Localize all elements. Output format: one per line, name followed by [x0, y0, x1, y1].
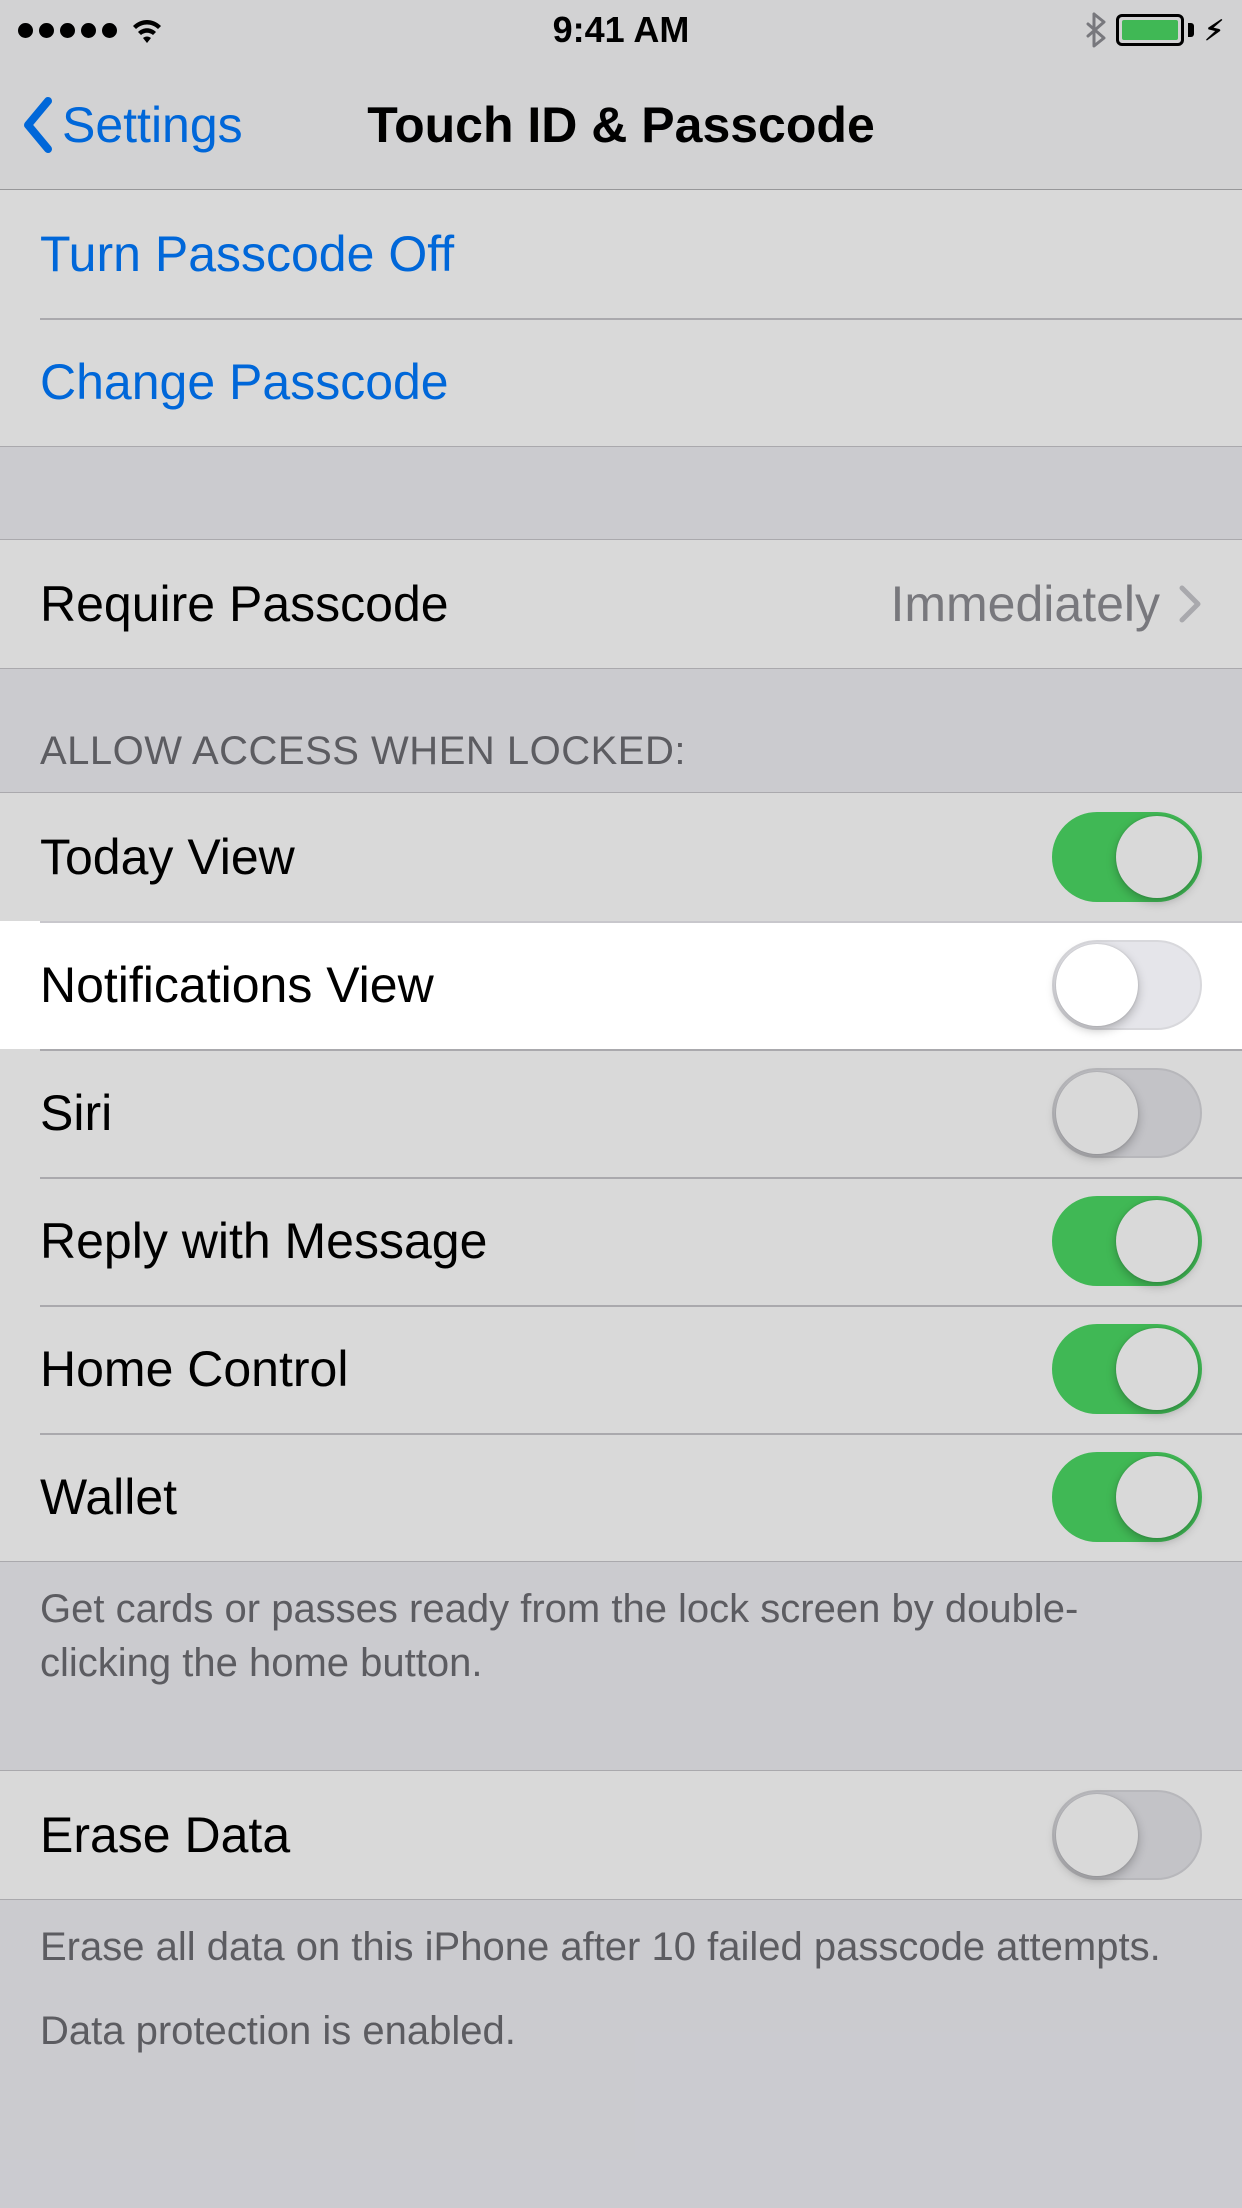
access-row: Wallet — [0, 1433, 1242, 1561]
allow-access-footer: Get cards or passes ready from the lock … — [0, 1562, 1242, 1720]
access-toggle[interactable] — [1052, 812, 1202, 902]
access-row-label: Home Control — [40, 1340, 348, 1398]
access-toggle[interactable] — [1052, 940, 1202, 1030]
require-passcode-value: Immediately — [890, 575, 1160, 633]
battery-icon — [1116, 14, 1194, 46]
require-passcode-group: Require Passcode Immediately — [0, 539, 1242, 669]
require-passcode-label: Require Passcode — [40, 575, 449, 633]
change-passcode-button[interactable]: Change Passcode — [0, 318, 1242, 446]
chevron-right-icon — [1178, 584, 1202, 624]
access-toggle[interactable] — [1052, 1196, 1202, 1286]
erase-data-footer: Erase all data on this iPhone after 10 f… — [0, 1900, 1242, 2088]
turn-passcode-off-button[interactable]: Turn Passcode Off — [0, 190, 1242, 318]
access-row-label: Today View — [40, 828, 295, 886]
access-toggle[interactable] — [1052, 1324, 1202, 1414]
chevron-left-icon — [20, 95, 56, 155]
erase-data-toggle[interactable] — [1052, 1790, 1202, 1880]
erase-data-label: Erase Data — [40, 1806, 290, 1864]
passcode-actions-group: Turn Passcode Off Change Passcode — [0, 190, 1242, 447]
status-time: 9:41 AM — [0, 9, 1242, 51]
require-passcode-row[interactable]: Require Passcode Immediately — [0, 540, 1242, 668]
back-button[interactable]: Settings — [20, 95, 243, 155]
access-row: Notifications View — [0, 921, 1242, 1049]
access-row-label: Notifications View — [40, 956, 434, 1014]
access-row: Home Control — [0, 1305, 1242, 1433]
access-row: Today View — [0, 793, 1242, 921]
access-row-label: Wallet — [40, 1468, 177, 1526]
erase-data-footer-line2: Data protection is enabled. — [40, 2004, 1202, 2058]
access-toggle[interactable] — [1052, 1068, 1202, 1158]
turn-passcode-off-label: Turn Passcode Off — [40, 225, 454, 283]
navigation-bar: Settings Touch ID & Passcode — [0, 60, 1242, 190]
access-row-label: Siri — [40, 1084, 112, 1142]
erase-data-row: Erase Data — [0, 1771, 1242, 1899]
access-row-label: Reply with Message — [40, 1212, 487, 1270]
access-toggle[interactable] — [1052, 1452, 1202, 1542]
allow-access-header: ALLOW ACCESS WHEN LOCKED: — [0, 669, 1242, 792]
erase-data-footer-line1: Erase all data on this iPhone after 10 f… — [40, 1920, 1202, 1974]
erase-data-group: Erase Data — [0, 1770, 1242, 1900]
allow-access-group: Today View Notifications View Siri Reply wi… — [0, 792, 1242, 1562]
back-label: Settings — [62, 96, 243, 154]
status-bar: 9:41 AM ⚡︎ — [0, 0, 1242, 60]
access-row: Siri — [0, 1049, 1242, 1177]
change-passcode-label: Change Passcode — [40, 353, 449, 411]
access-row: Reply with Message — [0, 1177, 1242, 1305]
